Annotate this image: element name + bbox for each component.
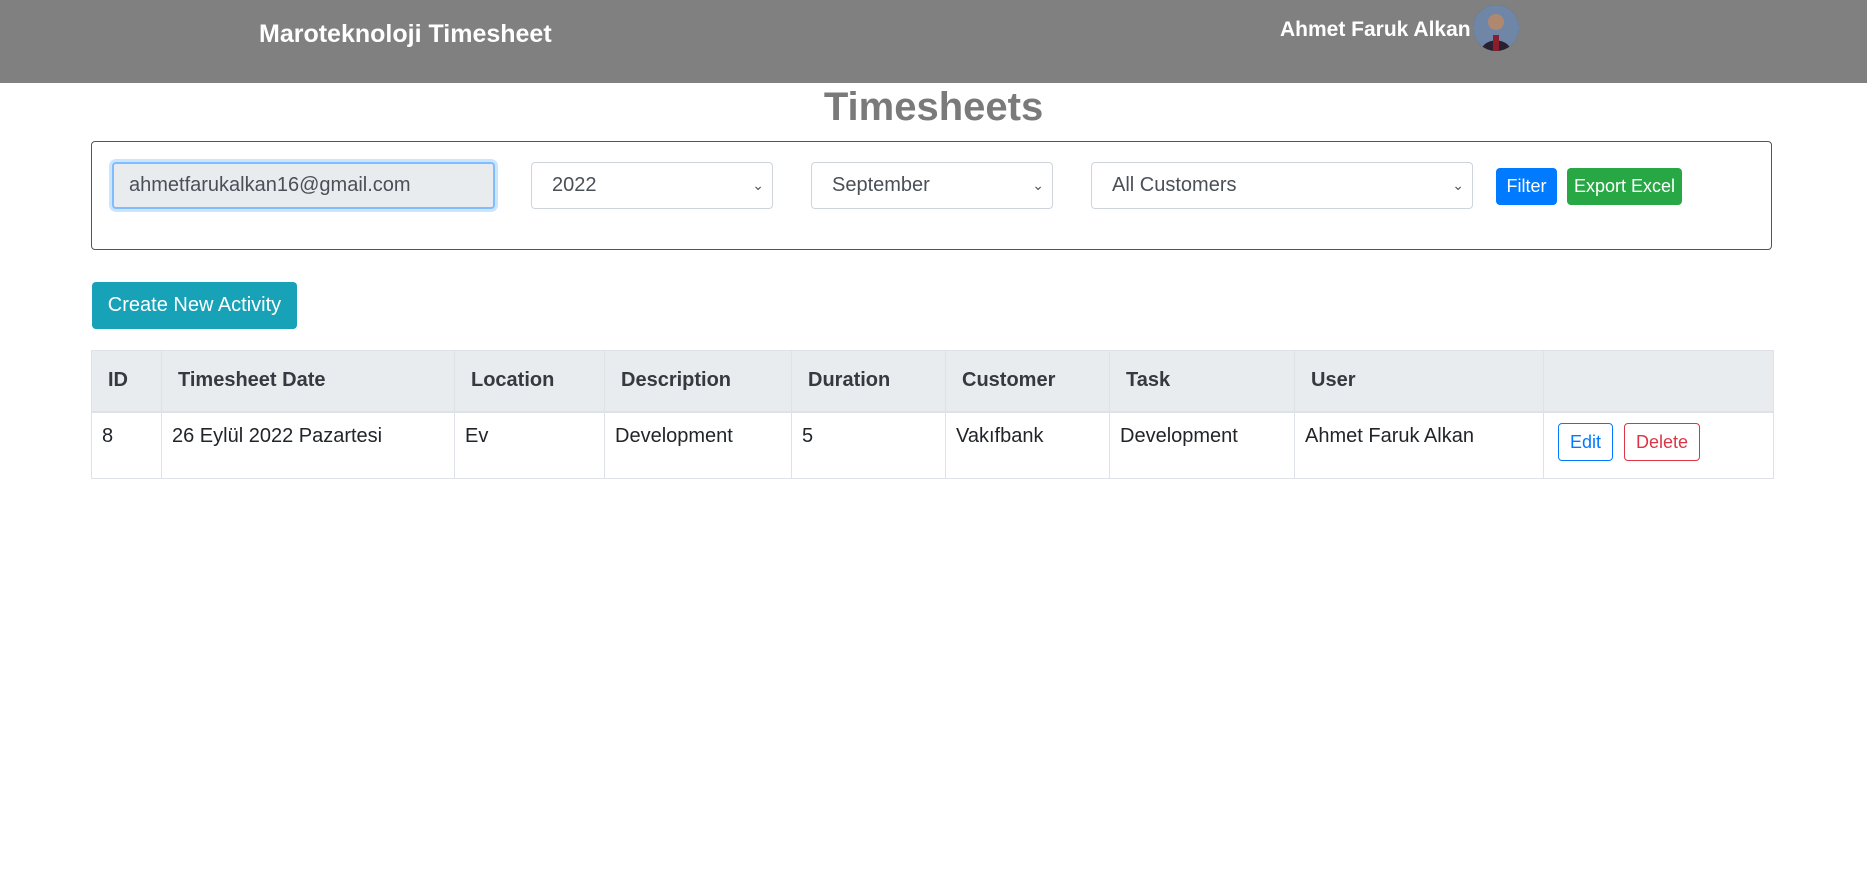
chevron-down-icon: ⌄: [1032, 177, 1044, 193]
col-header-user: User: [1294, 350, 1544, 413]
cell-customer: Vakıfbank: [945, 411, 1110, 479]
col-header-location: Location: [454, 350, 605, 413]
month-select[interactable]: September ⌄: [811, 162, 1053, 209]
user-avatar-icon[interactable]: [1473, 5, 1519, 51]
chevron-down-icon: ⌄: [752, 177, 764, 193]
cell-user: Ahmet Faruk Alkan: [1294, 411, 1544, 479]
cell-date: 26 Eylül 2022 Pazartesi: [161, 411, 455, 479]
table-row: 8 26 Eylül 2022 Pazartesi Ev Development…: [91, 411, 1774, 479]
chevron-down-icon: ⌄: [1452, 177, 1464, 193]
col-header-task: Task: [1109, 350, 1295, 413]
cell-task: Development: [1109, 411, 1295, 479]
email-field[interactable]: ahmetfarukalkan16@gmail.com: [112, 162, 495, 209]
col-header-description: Description: [604, 350, 792, 413]
top-navbar: Maroteknoloji Timesheet Ahmet Faruk Alka…: [0, 0, 1867, 83]
cell-description: Development: [604, 411, 792, 479]
edit-button[interactable]: Edit: [1558, 422, 1614, 461]
month-selected: September: [832, 174, 930, 196]
cell-duration: 5: [791, 411, 946, 479]
filter-button[interactable]: Filter: [1496, 168, 1557, 205]
col-header-duration: Duration: [791, 350, 946, 413]
delete-button[interactable]: Delete: [1624, 422, 1701, 461]
col-header-customer: Customer: [945, 350, 1110, 413]
email-value: ahmetfarukalkan16@gmail.com: [129, 174, 411, 196]
brand-title[interactable]: Maroteknoloji Timesheet: [259, 20, 552, 49]
export-excel-button[interactable]: Export Excel: [1567, 168, 1682, 205]
customer-select[interactable]: All Customers ⌄: [1091, 162, 1473, 209]
cell-location: Ev: [454, 411, 605, 479]
col-header-id: ID: [91, 350, 162, 413]
cell-id: 8: [91, 411, 162, 479]
table-header-row: ID Timesheet Date Location Description D…: [91, 350, 1774, 413]
timesheet-table: ID Timesheet Date Location Description D…: [91, 350, 1774, 479]
col-header-date: Timesheet Date: [161, 350, 455, 413]
user-name[interactable]: Ahmet Faruk Alkan: [1280, 18, 1471, 42]
year-select[interactable]: 2022 ⌄: [531, 162, 773, 209]
page-title: Timesheets: [823, 85, 1044, 129]
create-new-activity-button[interactable]: Create New Activity: [92, 282, 297, 329]
col-header-actions: [1543, 350, 1774, 413]
year-selected: 2022: [552, 174, 597, 196]
cell-actions: Edit Delete: [1543, 411, 1774, 479]
customer-selected: All Customers: [1112, 174, 1237, 196]
